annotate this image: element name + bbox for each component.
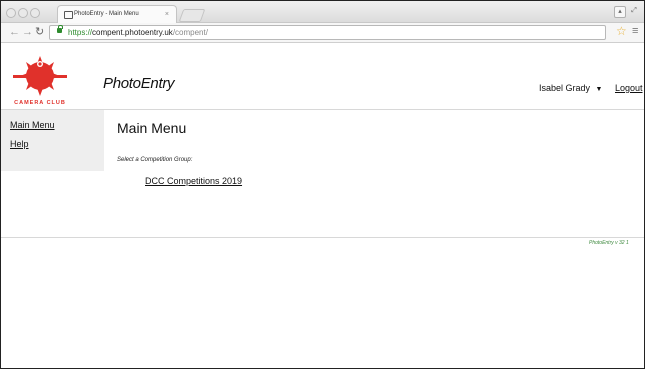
tab-title: PhotoEntry - Main Menu [74, 11, 139, 17]
version-footer: PhotoEntry v 32 1 [589, 240, 629, 246]
camera-club-logo: CAMERA CLUB [13, 56, 67, 106]
sidebar-item-help[interactable]: Help [10, 139, 29, 149]
window-close-dot[interactable] [6, 8, 16, 18]
new-tab-button[interactable] [178, 9, 206, 22]
tab-strip: PhotoEntry - Main Menu × ▴ ⤢ [1, 1, 644, 23]
reload-icon[interactable]: ↻ [35, 25, 44, 39]
profile-icon[interactable]: ▴ [614, 6, 626, 18]
back-icon[interactable]: ← [9, 25, 20, 39]
logout-link[interactable]: Logout [615, 83, 643, 93]
sidebar-item-main-menu[interactable]: Main Menu [10, 120, 55, 130]
sidebar: Main Menu Help [1, 110, 104, 171]
user-name: Isabel Grady [539, 83, 591, 93]
menu-icon[interactable]: ≡ [632, 24, 638, 38]
tab-close-icon[interactable]: × [165, 6, 169, 23]
competition-group-prompt: Select a Competition Group: [117, 157, 193, 163]
forward-icon[interactable]: → [22, 25, 33, 39]
lock-icon [57, 25, 63, 33]
url-text: https://compent.photoentry.uk/compent/ [68, 26, 208, 39]
window-minimize-dot[interactable] [18, 8, 28, 18]
browser-tab[interactable]: PhotoEntry - Main Menu × [57, 5, 177, 23]
address-bar[interactable]: https://compent.photoentry.uk/compent/ [49, 25, 606, 40]
browser-window [0, 0, 645, 369]
chevron-down-icon: ▼ [595, 86, 603, 93]
browser-toolbar: ← → ↻ https://compent.photoentry.uk/comp… [1, 23, 644, 43]
url-path: /compent/ [172, 28, 208, 37]
competition-group-link[interactable]: DCC Competitions 2019 [145, 176, 242, 186]
logo-text: CAMERA CLUB [14, 100, 66, 106]
url-scheme: https:// [68, 28, 93, 37]
window-zoom-dot[interactable] [30, 8, 40, 18]
fullscreen-icon[interactable]: ⤢ [629, 6, 639, 16]
favicon-icon [64, 11, 73, 19]
user-menu[interactable]: Isabel Grady ▼ [539, 83, 602, 93]
url-host: compent.photoentry.uk [92, 28, 173, 37]
app-brand: PhotoEntry [103, 75, 175, 92]
page-title: Main Menu [117, 120, 187, 136]
star-icon[interactable]: ☆ [616, 24, 627, 38]
footer-divider [1, 237, 644, 238]
